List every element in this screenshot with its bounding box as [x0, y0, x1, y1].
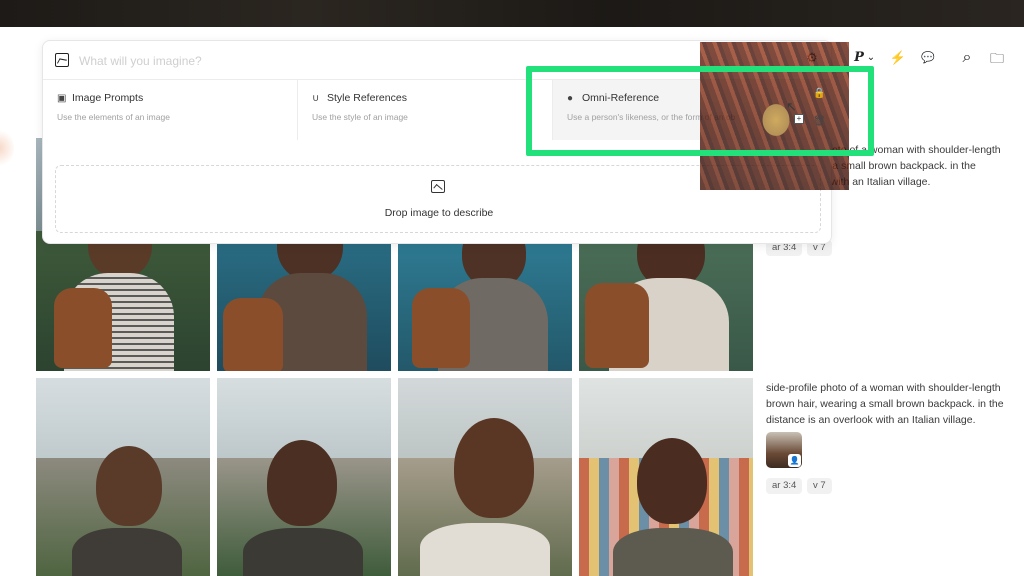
drop-zone-label: Drop image to describe: [384, 207, 494, 219]
result-image-6[interactable]: [217, 378, 391, 576]
chat-icon[interactable]: 💬: [917, 47, 939, 69]
folder-icon[interactable]: 🗀: [986, 47, 1008, 69]
result-prompt-2: side-profile photo of a woman with shoul…: [766, 380, 1022, 428]
prompt-line: brown hair, wearing a small brown backpa…: [766, 398, 1004, 410]
style-references-label: Style References: [327, 92, 407, 104]
top-dark-strip: [0, 0, 1024, 27]
tag-aspect-ratio[interactable]: ar 3:4: [766, 478, 803, 494]
prompt-line: side-profile photo of a woman with shoul…: [766, 382, 1001, 394]
image-prompts-description: Use the elements of an image: [57, 112, 170, 122]
highlight-box: [526, 66, 874, 156]
prompt-line: distance is an overlook with an Italian …: [766, 414, 976, 426]
image-prompts-label: Image Prompts: [72, 92, 144, 104]
lightning-icon[interactable]: ⚡: [887, 47, 909, 69]
style-references-option[interactable]: ∪ Style References Use the style of an im…: [298, 80, 553, 140]
result-image-8[interactable]: [579, 378, 753, 576]
image-prompts-option[interactable]: ▣ Image Prompts Use the elements of an im…: [43, 80, 298, 140]
image-prompts-title: ▣ Image Prompts: [57, 92, 143, 104]
paperclip-icon: ∪: [312, 93, 320, 104]
image-icon: ▣: [57, 93, 67, 104]
style-references-description: Use the style of an image: [312, 112, 408, 122]
search-icon[interactable]: ⌕: [956, 47, 978, 69]
left-edge-decoration: [0, 128, 14, 168]
omni-reference-thumbnail[interactable]: 👤: [766, 432, 802, 468]
tag-version[interactable]: v 7: [807, 478, 832, 494]
person-icon: 👤: [788, 454, 801, 467]
image-icon[interactable]: [55, 53, 69, 67]
result-image-7[interactable]: [398, 378, 572, 576]
result-image-5[interactable]: [36, 378, 210, 576]
style-references-title: ∪ Style References: [312, 92, 407, 104]
image-icon: [431, 180, 445, 193]
